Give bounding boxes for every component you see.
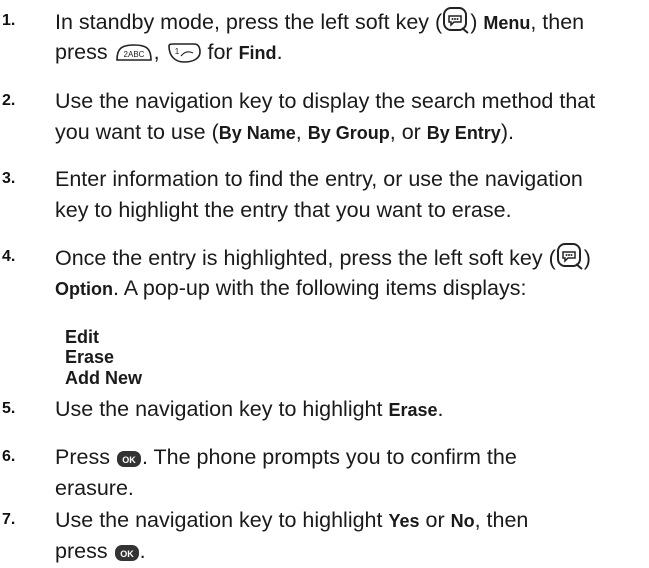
step-text-line: Enter information to find the entry, or … xyxy=(55,167,583,191)
step-number: 6. xyxy=(2,448,16,465)
step-number: 1. xyxy=(2,12,16,29)
left-soft-key-icon xyxy=(556,242,584,270)
step-text-line: key to highlight the entry that you want… xyxy=(55,198,512,222)
step-text-line: Option. A pop-up with the following item… xyxy=(55,276,527,300)
step-text-line: Once the entry is highlighted, press the… xyxy=(55,242,649,274)
step-text-line: Use the navigation key to highlight Eras… xyxy=(55,397,444,421)
popup-item-erase: Erase xyxy=(65,347,115,367)
step-number: 7. xyxy=(2,511,16,528)
svg-text:OK: OK xyxy=(122,455,136,465)
popup-item-add-new: Add New xyxy=(65,368,143,388)
step-number: 4. xyxy=(2,248,16,265)
ok-key-icon: OK xyxy=(114,545,139,561)
step-text-line: In standby mode, press the left soft key… xyxy=(55,6,649,39)
step-number: 5. xyxy=(2,400,16,417)
step-text-line: Use the navigation key to highlight Yes … xyxy=(55,508,529,532)
step-text-line: press 2ABC, 1 for Find. xyxy=(55,40,283,64)
step-text-line: Press OK. The phone prompts you to confi… xyxy=(55,445,517,469)
step-text-line: you want to use (By Name, By Group, or B… xyxy=(55,120,514,144)
left-soft-key-icon xyxy=(442,6,470,34)
step-text-line: Use the navigation key to display the se… xyxy=(55,89,596,113)
svg-text:2ABC: 2ABC xyxy=(123,50,144,59)
svg-text:OK: OK xyxy=(120,549,134,559)
step-number: 3. xyxy=(2,170,16,187)
step-number: 2. xyxy=(2,92,16,109)
svg-text:1: 1 xyxy=(174,47,179,56)
step-text-line: press OK. xyxy=(55,539,146,563)
step-text-line: erasure. xyxy=(55,476,134,500)
key-2-abc-icon: 2ABC xyxy=(115,44,152,61)
ok-key-icon: OK xyxy=(116,451,141,467)
popup-item-edit: Edit xyxy=(65,327,99,347)
key-1-icon: 1 xyxy=(167,43,201,63)
